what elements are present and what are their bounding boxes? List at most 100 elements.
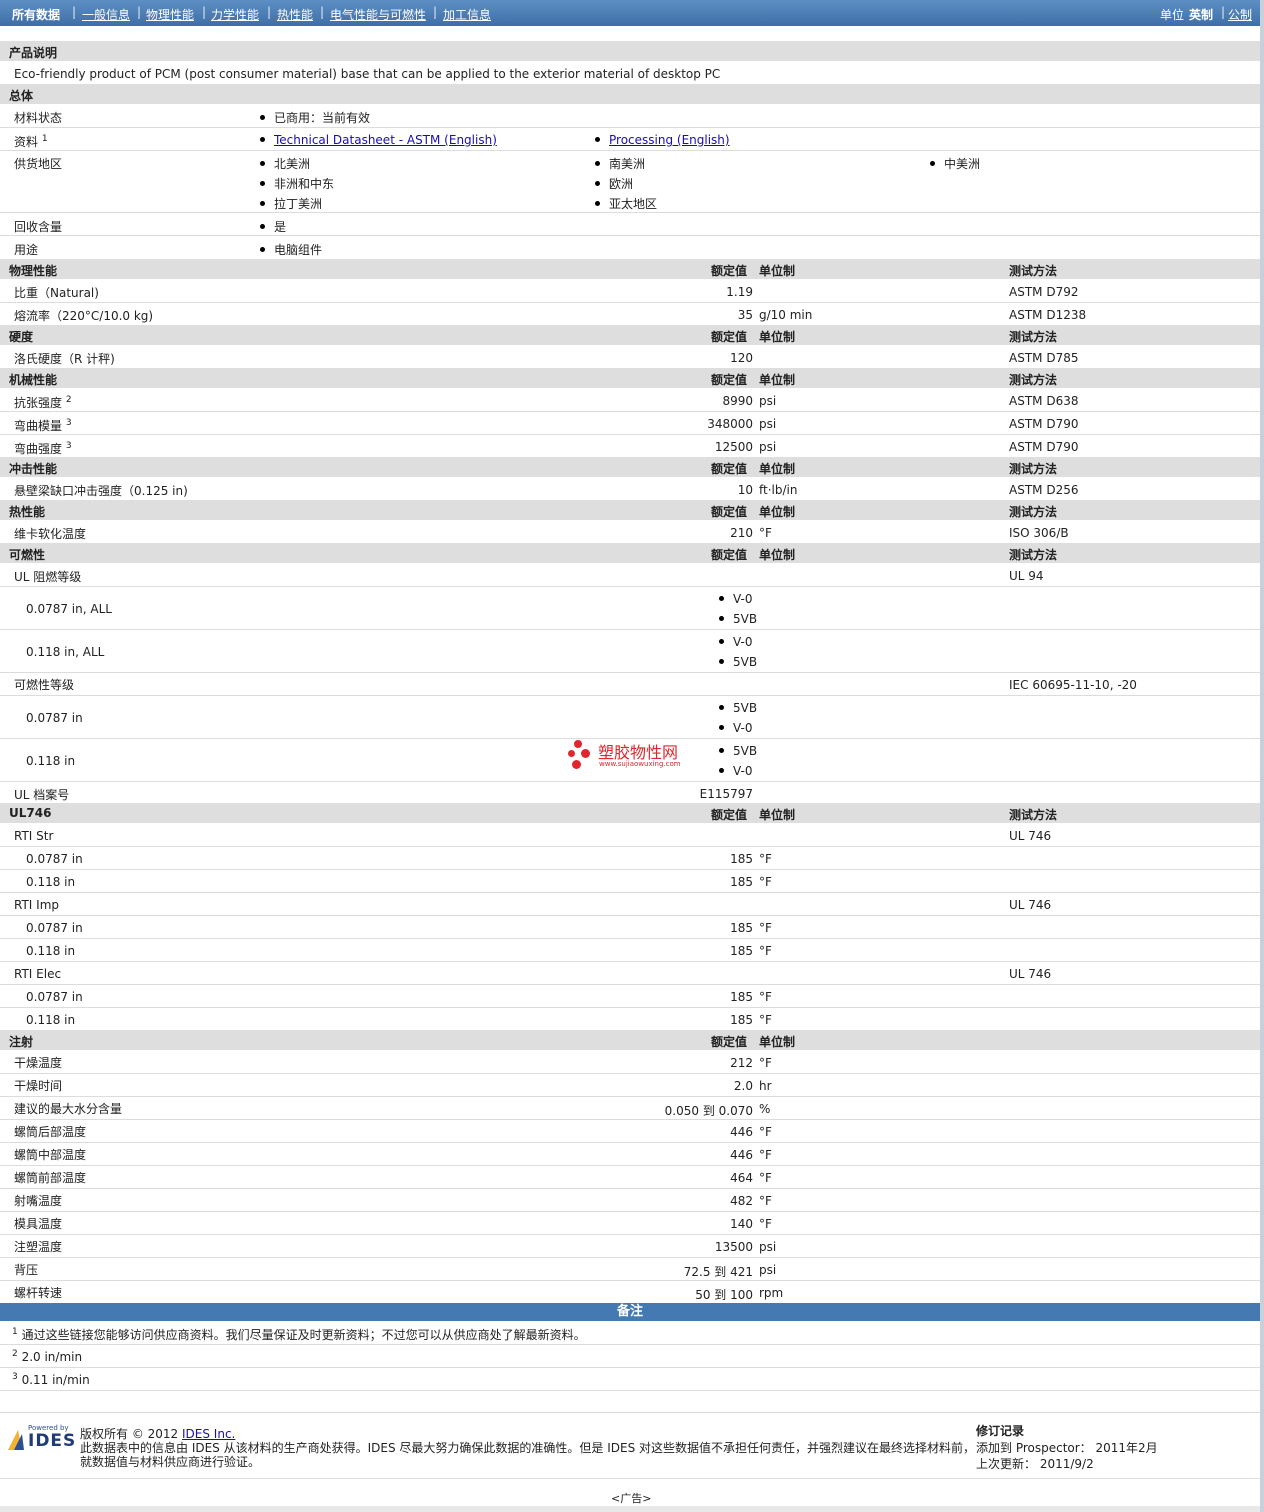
logo-text: IDES xyxy=(28,1431,77,1451)
recycled-label: 回收含量 xyxy=(14,220,63,234)
nav-electrical[interactable]: 电气性能与可燃性 xyxy=(330,6,426,23)
row-divider xyxy=(0,629,1260,630)
property-unit: °F xyxy=(759,1013,772,1027)
ad-placeholder[interactable]: <广告> xyxy=(611,1490,651,1506)
section-title: 热性能 xyxy=(9,505,46,519)
property-value: 185 xyxy=(730,852,753,866)
section-title: 注射 xyxy=(9,1035,34,1049)
property-subname: 0.118 in xyxy=(26,1013,76,1027)
property-subname: 0.0787 in xyxy=(26,990,83,1004)
col-unit: 单位制 xyxy=(759,1035,796,1049)
property-subname: 0.0787 in xyxy=(26,711,83,725)
section-title: 总体 xyxy=(9,89,34,103)
section-title: 物理性能 xyxy=(9,264,58,278)
property-value: 1.19 xyxy=(726,285,753,299)
test-method: ASTM D1238 xyxy=(1009,308,1087,322)
property-unit: psi xyxy=(759,440,777,454)
property-value: 8990 xyxy=(722,394,753,408)
property-value: 185 xyxy=(730,921,753,935)
col-unit: 单位制 xyxy=(759,462,796,476)
section-header-flammability: 可燃性 额定值 单位制 测试方法 xyxy=(0,543,1260,563)
footnote-ref: 3 xyxy=(65,418,72,428)
row-divider xyxy=(0,915,1260,916)
col-nominal: 额定值 xyxy=(711,808,748,822)
row-divider xyxy=(0,781,1260,782)
row-divider xyxy=(0,127,1260,128)
col-nominal: 额定值 xyxy=(711,1035,748,1049)
property-name: 维卡软化温度 xyxy=(14,527,87,541)
property-unit: °F xyxy=(759,1194,772,1208)
nav-all-data[interactable]: 所有数据 xyxy=(12,6,60,23)
footnote: 3 0.11 in/min xyxy=(12,1372,90,1387)
property-unit: ft·lb/in xyxy=(759,483,798,497)
property-name: 建议的最大水分含量 xyxy=(14,1102,123,1116)
property-subname: 0.118 in xyxy=(26,754,76,768)
scrollbar[interactable] xyxy=(1260,0,1264,1512)
ad-bar xyxy=(0,1506,1260,1512)
property-unit: °F xyxy=(759,1148,772,1162)
section-header-injection: 注射 额定值 单位制 xyxy=(0,1030,1260,1050)
property-unit: psi xyxy=(759,1240,777,1254)
region-item: 亚太地区 xyxy=(595,195,657,212)
rating-item: 5VB xyxy=(719,744,757,758)
region-item: 欧洲 xyxy=(595,175,633,192)
section-header-ul746: UL746 额定值 单位制 测试方法 xyxy=(0,803,1260,823)
row-divider xyxy=(0,1119,1260,1120)
row-divider xyxy=(0,1390,1260,1391)
disclaimer-line: 就数据值与材料供应商进行验证。 xyxy=(80,1455,261,1469)
top-nav-bar: 所有数据 | 一般信息 | 物理性能 | 力学性能 | 热性能 | 电气性能与可… xyxy=(0,0,1260,26)
property-unit: hr xyxy=(759,1079,772,1093)
property-value: 348000 xyxy=(707,417,753,431)
property-name: 洛氏硬度（R 计秤) xyxy=(14,352,115,366)
row-divider xyxy=(0,1096,1260,1097)
row-divider xyxy=(0,434,1260,435)
property-unit: psi xyxy=(759,394,777,408)
property-name-text: 弯曲强度 xyxy=(14,442,63,456)
col-nominal: 额定值 xyxy=(711,373,748,387)
nav-physical[interactable]: 物理性能 xyxy=(146,6,194,23)
footnote-text: 通过这些链接您能够访问供应商资料。我们尽量保证及时更新资料；不过您可以从供应商处… xyxy=(21,1328,586,1342)
col-method: 测试方法 xyxy=(1009,330,1058,344)
property-value: 72.5 到 421 xyxy=(683,1265,753,1279)
revision-updated: 上次更新： 2011/9/2 xyxy=(976,1457,1094,1471)
test-method: UL 746 xyxy=(1009,898,1052,912)
property-name: 螺筒后部温度 xyxy=(14,1125,87,1139)
row-divider xyxy=(0,938,1260,939)
property-unit: g/10 min xyxy=(759,308,813,322)
property-value: 0.050 到 0.070 xyxy=(664,1104,753,1118)
col-method: 测试方法 xyxy=(1009,505,1058,519)
test-method: IEC 60695-11-10, -20 xyxy=(1009,678,1137,692)
nav-mechanical[interactable]: 力学性能 xyxy=(211,6,259,23)
processing-doc-link[interactable]: Processing (English) xyxy=(609,133,730,147)
property-name: 弯曲模量 3 xyxy=(14,417,72,434)
footnote-text: 0.11 in/min xyxy=(21,1373,90,1387)
test-method: UL 746 xyxy=(1009,967,1052,981)
nav-thermal[interactable]: 热性能 xyxy=(277,6,313,23)
rating-item: 5VB xyxy=(719,701,757,715)
row-divider xyxy=(0,212,1260,213)
row-divider xyxy=(0,1165,1260,1166)
col-unit: 单位制 xyxy=(759,808,796,822)
unit-metric-toggle[interactable]: 公制 xyxy=(1228,6,1252,23)
unit-english-toggle[interactable]: 英制 xyxy=(1189,6,1213,23)
footnote-ref: 1 xyxy=(41,134,48,144)
property-name: RTI Elec xyxy=(14,967,62,981)
col-nominal: 额定值 xyxy=(711,264,748,278)
region-item: 南美洲 xyxy=(595,155,645,172)
property-unit: psi xyxy=(759,1263,777,1277)
nav-general-info[interactable]: 一般信息 xyxy=(82,6,130,23)
recycled-value: 是 xyxy=(260,218,286,235)
description-text: Eco-friendly product of PCM (post consum… xyxy=(14,67,721,81)
watermark-dot xyxy=(581,749,590,758)
nav-processing[interactable]: 加工信息 xyxy=(443,6,491,23)
footer-divider xyxy=(0,1478,1260,1479)
property-unit: °F xyxy=(759,1056,772,1070)
property-name: 螺筒前部温度 xyxy=(14,1171,87,1185)
property-unit: °F xyxy=(759,1125,772,1139)
row-divider xyxy=(0,1234,1260,1235)
property-name: 比重（Natural) xyxy=(14,286,99,300)
technical-datasheet-link[interactable]: Technical Datasheet - ASTM (English) xyxy=(274,133,497,147)
property-name: 干燥温度 xyxy=(14,1056,63,1070)
property-name: 熔流率（220°C/10.0 kg) xyxy=(14,309,154,323)
notes-header: 备注 xyxy=(0,1303,1260,1321)
